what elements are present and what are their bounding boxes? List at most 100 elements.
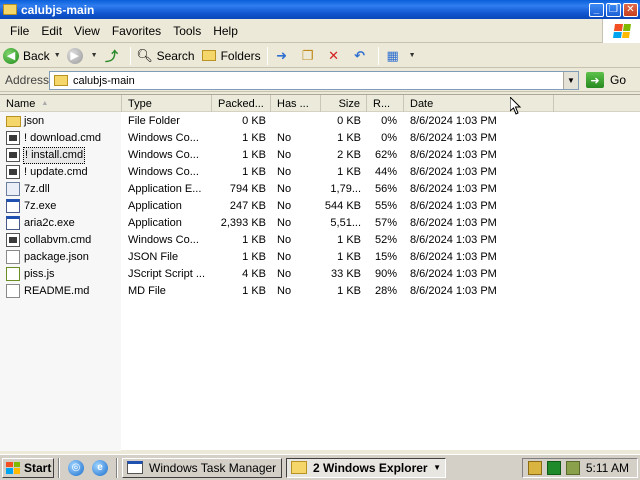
task-task-manager[interactable]: Windows Task Manager [122,457,282,478]
column-has[interactable]: Has ... [271,95,321,112]
table-row[interactable]: README.md MD File 1 KB No 1 KB 28% 8/6/2024 1:… [0,283,640,300]
file-packed-size: 1 KB [242,285,266,297]
file-date: 8/6/2024 1:03 PM [410,285,497,297]
table-row[interactable]: 7z.exe Application 247 KB No 544 KB 55% 8/6/20… [0,198,640,215]
search-icon: 🔍︎ [136,47,153,63]
file-has-password: No [277,200,292,212]
table-row[interactable]: ! download.cmd Windows Co... 1 KB No 1 KB 0% 8… [0,130,640,147]
column-packed[interactable]: Packed... [212,95,271,112]
copy-to-button[interactable]: ❐ [297,45,323,67]
file-name[interactable]: ! download.cmd [23,130,102,147]
clock[interactable]: 5:11 AM [586,461,629,475]
search-button[interactable]: 🔍︎ Search [134,45,198,67]
file-type: Windows Co... [128,234,199,246]
column-type-label: Type [128,97,152,110]
table-row[interactable]: json File Folder 0 KB 0 KB 0% 8/6/2024 1:03 P… [0,113,640,130]
address-input[interactable]: calubjs-main ▼ [49,71,579,90]
forward-dropdown-icon[interactable]: ▼ [91,52,98,59]
tray-volume-icon[interactable] [566,461,580,475]
tray-network-icon[interactable] [547,461,561,475]
close-button[interactable]: ✕ [623,2,638,17]
file-type: File Folder [128,115,180,127]
go-button[interactable]: ➜ Go [586,72,626,88]
table-row[interactable]: package.json JSON File 1 KB No 1 KB 15% 8/6/20… [0,249,640,266]
title-bar[interactable]: calubjs-main _ ❐ ✕ [0,0,640,19]
file-name[interactable]: json [23,113,45,130]
views-dropdown-icon[interactable]: ▼ [409,52,416,59]
address-value[interactable]: calubjs-main [73,75,563,87]
table-row[interactable]: ! install.cmd Windows Co... 1 KB No 2 KB 62% 8… [0,147,640,164]
file-date: 8/6/2024 1:03 PM [410,251,497,263]
file-ratio: 55% [374,200,397,212]
menu-view[interactable]: View [68,24,106,38]
table-row[interactable]: piss.js JScript Script ... 4 KB No 33 KB 90% 8… [0,266,640,283]
file-date: 8/6/2024 1:03 PM [410,234,497,246]
copy-to-icon: ❐ [301,47,314,63]
menu-edit[interactable]: Edit [35,24,68,38]
maximize-button[interactable]: ❐ [606,2,621,17]
show-desktop-icon[interactable]: ◎ [68,459,84,476]
undo-button[interactable]: ↶ [349,45,375,67]
start-button[interactable]: Start [2,457,54,478]
file-has-password: No [277,166,292,178]
delete-button[interactable]: ✕ [323,45,349,67]
folder-icon [54,75,68,86]
file-ratio: 44% [374,166,397,178]
column-ratio-label: R... [373,97,391,110]
move-to-button[interactable]: ➜ [271,45,297,67]
table-row[interactable]: 7z.dll Application E... 794 KB No 1,79... 56%… [0,181,640,198]
file-date: 8/6/2024 1:03 PM [410,166,497,178]
folders-button[interactable]: Folders [198,45,264,67]
file-type: Application [128,200,182,212]
address-dropdown-icon[interactable]: ▼ [563,72,578,89]
column-ratio[interactable]: R... [367,95,404,112]
menu-tools[interactable]: Tools [167,24,207,38]
file-name[interactable]: README.md [23,283,90,300]
file-name[interactable]: piss.js [23,266,56,283]
file-name[interactable]: ! update.cmd [23,164,89,181]
file-name[interactable]: package.json [23,249,90,266]
file-name[interactable]: aria2c.exe [23,215,76,232]
minimize-button[interactable]: _ [589,2,604,17]
table-row[interactable]: collabvm.cmd Windows Co... 1 KB No 1 KB 52% 8/… [0,232,640,249]
mouse-cursor-icon [510,97,522,115]
task-group-dropdown-icon[interactable]: ▼ [433,463,441,472]
file-name[interactable]: collabvm.cmd [23,232,92,249]
table-row[interactable]: aria2c.exe Application 2,393 KB No 5,51... 57… [0,215,640,232]
internet-explorer-icon[interactable]: e [92,459,108,476]
menu-help[interactable]: Help [207,24,244,38]
column-name[interactable]: Name ▲ [0,95,122,112]
back-dropdown-icon[interactable]: ▼ [54,52,61,59]
up-folder-icon: ⤴ [105,49,119,64]
menu-favorites[interactable]: Favorites [106,24,167,38]
tray-tool-icon[interactable] [528,461,542,475]
file-list[interactable]: Name ▲ Type Packed... Has ... Size R... … [0,94,640,451]
table-row[interactable]: ! update.cmd Windows Co... 1 KB No 1 KB 44% 8/… [0,164,640,181]
sort-ascending-icon: ▲ [41,100,49,107]
file-date: 8/6/2024 1:03 PM [410,132,497,144]
column-size[interactable]: Size [321,95,367,112]
file-size: 0 KB [337,115,361,127]
back-button[interactable]: ◀ Back ▼ [0,45,64,67]
menu-bar: File Edit View Favorites Tools Help [0,19,640,43]
folder-icon [6,116,21,127]
file-name[interactable]: 7z.exe [23,198,57,215]
system-tray: 5:11 AM [522,458,638,478]
forward-button[interactable]: ▶ ▼ [64,45,101,67]
column-type[interactable]: Type [122,95,212,112]
undo-icon: ↶ [354,47,366,63]
column-date[interactable]: Date [404,95,554,112]
file-has-password: No [277,183,292,195]
file-type: Application E... [128,183,202,195]
back-label: Back [23,48,50,63]
views-button[interactable]: ▦ ▼ [382,45,419,67]
back-arrow-icon: ◀ [3,47,19,64]
task-windows-explorer[interactable]: 2 Windows Explorer ▼ [286,457,446,478]
file-name[interactable]: 7z.dll [23,181,51,198]
folder-icon [3,4,17,15]
file-type: MD File [128,285,166,297]
up-folder-button[interactable]: ⤴ [101,45,127,67]
file-name[interactable]: ! install.cmd [23,147,86,164]
menu-file[interactable]: File [0,24,35,38]
dll-icon [6,182,20,196]
